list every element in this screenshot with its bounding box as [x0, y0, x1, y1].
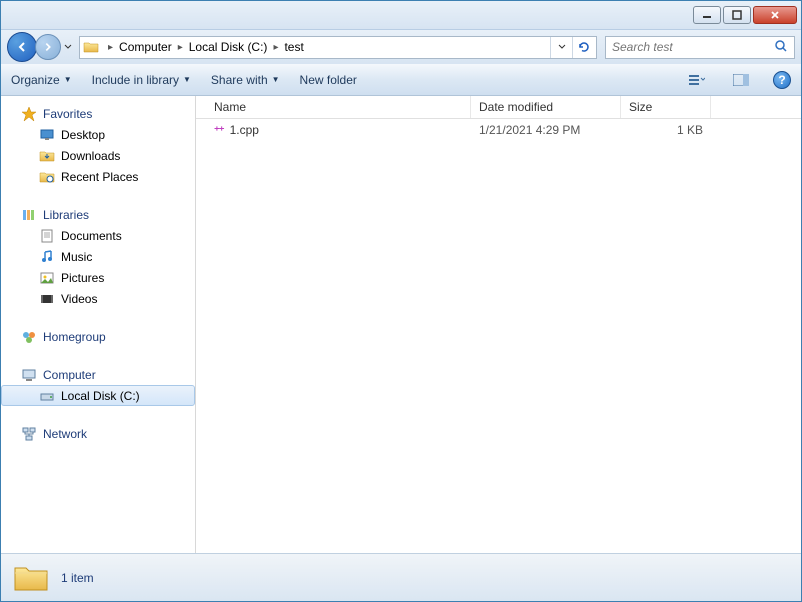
computer-icon: [21, 367, 37, 383]
nav-label: Libraries: [43, 208, 89, 222]
folder-icon: [13, 562, 49, 594]
file-date: 1/21/2021 4:29 PM: [471, 123, 621, 137]
nav-label: Favorites: [43, 107, 92, 121]
file-list: Name Date modified Size ⁺⁺ 1.cpp 1/21/202…: [196, 96, 801, 553]
favorites-header[interactable]: Favorites: [1, 104, 195, 124]
back-button[interactable]: [7, 32, 37, 62]
disk-icon: [39, 388, 55, 404]
pictures-icon: [39, 270, 55, 286]
music-icon: [39, 249, 55, 265]
address-dropdown[interactable]: [550, 37, 572, 58]
nav-recent-places[interactable]: Recent Places: [1, 166, 195, 187]
status-text: 1 item: [61, 571, 94, 585]
nav-label: Desktop: [61, 128, 105, 142]
nav-label: Computer: [43, 368, 96, 382]
file-size: 1 KB: [621, 123, 711, 137]
nav-label: Videos: [61, 292, 97, 306]
nav-label: Local Disk (C:): [61, 389, 140, 403]
breadcrumb-computer[interactable]: Computer: [117, 40, 174, 54]
libraries-header[interactable]: Libraries: [1, 205, 195, 225]
nav-label: Downloads: [61, 149, 120, 163]
nav-pictures[interactable]: Pictures: [1, 267, 195, 288]
homegroup-icon: [21, 329, 37, 345]
preview-pane-button[interactable]: [729, 69, 753, 91]
nav-label: Network: [43, 427, 87, 441]
cpp-file-icon: ⁺⁺: [214, 124, 224, 137]
chevron-down-icon: ▼: [183, 75, 191, 84]
maximize-button[interactable]: [723, 6, 751, 24]
new-folder-button[interactable]: New folder: [300, 73, 357, 87]
nav-music[interactable]: Music: [1, 246, 195, 267]
status-bar: 1 item: [1, 553, 801, 601]
toolbar-label: Share with: [211, 73, 268, 87]
nav-videos[interactable]: Videos: [1, 288, 195, 309]
nav-label: Music: [61, 250, 92, 264]
minimize-button[interactable]: [693, 6, 721, 24]
breadcrumb-localdisk[interactable]: Local Disk (C:): [187, 40, 270, 54]
nav-label: Recent Places: [61, 170, 138, 184]
desktop-icon: [39, 127, 55, 143]
address-bar[interactable]: ▸ Computer ▸ Local Disk (C:) ▸ test: [79, 36, 597, 59]
column-size[interactable]: Size: [621, 96, 711, 118]
column-name[interactable]: Name: [196, 96, 471, 118]
documents-icon: [39, 228, 55, 244]
nav-history-dropdown[interactable]: [61, 34, 75, 60]
breadcrumb-test[interactable]: test: [282, 40, 305, 54]
organize-menu[interactable]: Organize ▼: [11, 73, 72, 87]
column-headers: Name Date modified Size: [196, 96, 801, 119]
network-icon: [21, 426, 37, 442]
share-with-menu[interactable]: Share with ▼: [211, 73, 280, 87]
file-rows: ⁺⁺ 1.cpp 1/21/2021 4:29 PM 1 KB: [196, 119, 801, 553]
toolbar-label: New folder: [300, 73, 357, 87]
navigation-pane: Favorites Desktop Downloads Recent Place…: [1, 96, 196, 553]
forward-button[interactable]: [35, 34, 61, 60]
refresh-button[interactable]: [572, 37, 594, 58]
computer-header[interactable]: Computer: [1, 365, 195, 385]
nav-label: Pictures: [61, 271, 104, 285]
network-header[interactable]: Network: [1, 424, 195, 444]
view-options-button[interactable]: [685, 69, 709, 91]
nav-label: Homegroup: [43, 330, 106, 344]
titlebar: [1, 1, 801, 30]
nav-local-disk[interactable]: Local Disk (C:): [1, 385, 195, 406]
nav-buttons: [7, 32, 75, 62]
main-area: Favorites Desktop Downloads Recent Place…: [1, 96, 801, 553]
chevron-down-icon: ▼: [272, 75, 280, 84]
nav-desktop[interactable]: Desktop: [1, 124, 195, 145]
recent-icon: [39, 169, 55, 185]
chevron-right-icon[interactable]: ▸: [174, 42, 187, 53]
toolbar-label: Organize: [11, 73, 60, 87]
downloads-icon: [39, 148, 55, 164]
toolbar-label: Include in library: [92, 73, 179, 87]
column-date[interactable]: Date modified: [471, 96, 621, 118]
libraries-icon: [21, 207, 37, 223]
videos-icon: [39, 291, 55, 307]
help-button[interactable]: ?: [773, 71, 791, 89]
chevron-right-icon[interactable]: ▸: [104, 42, 117, 53]
star-icon: [21, 106, 37, 122]
nav-documents[interactable]: Documents: [1, 225, 195, 246]
file-row[interactable]: ⁺⁺ 1.cpp 1/21/2021 4:29 PM 1 KB: [196, 119, 801, 141]
file-name: 1.cpp: [230, 123, 259, 137]
toolbar: Organize ▼ Include in library ▼ Share with…: [1, 64, 801, 96]
folder-icon: [82, 39, 100, 55]
search-box[interactable]: [605, 36, 795, 59]
chevron-down-icon: ▼: [64, 75, 72, 84]
include-library-menu[interactable]: Include in library ▼: [92, 73, 191, 87]
homegroup-header[interactable]: Homegroup: [1, 327, 195, 347]
address-row: ▸ Computer ▸ Local Disk (C:) ▸ test: [1, 30, 801, 64]
chevron-right-icon[interactable]: ▸: [269, 42, 282, 53]
close-button[interactable]: [753, 6, 797, 24]
window-controls: [693, 6, 797, 24]
search-icon[interactable]: [774, 39, 788, 56]
nav-downloads[interactable]: Downloads: [1, 145, 195, 166]
explorer-window: ▸ Computer ▸ Local Disk (C:) ▸ test Orga…: [0, 0, 802, 602]
search-input[interactable]: [612, 40, 774, 54]
nav-label: Documents: [61, 229, 122, 243]
